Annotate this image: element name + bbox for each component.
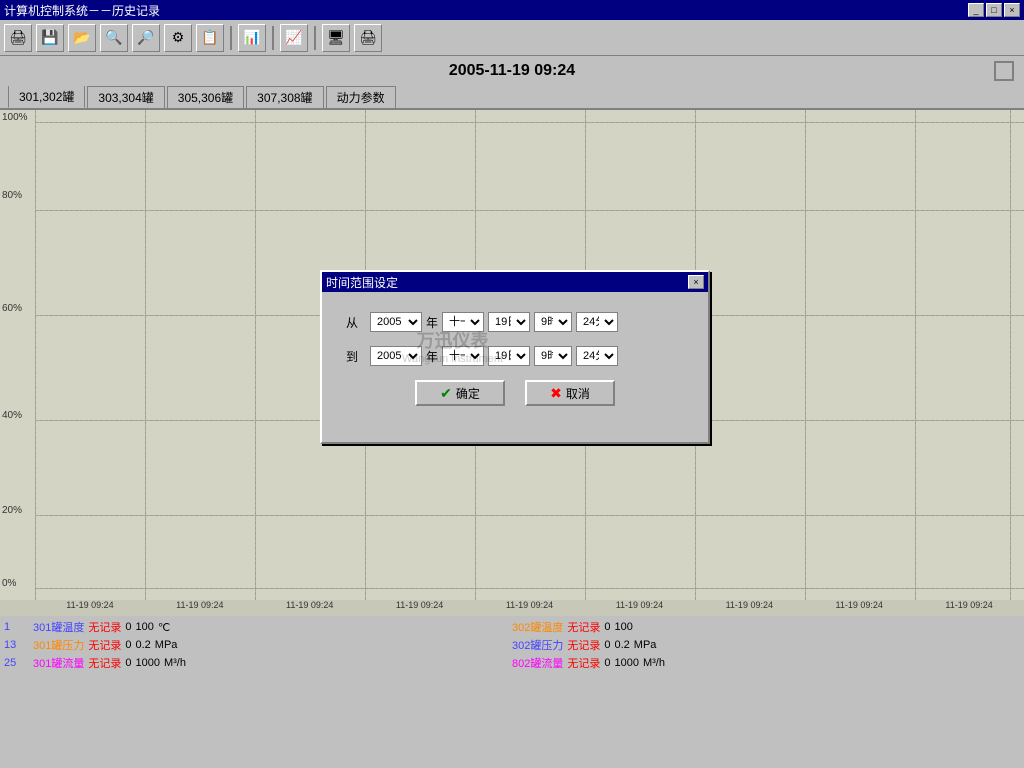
from-hour-select[interactable]: 9时 [534,312,572,332]
from-year-select[interactable]: 2005 [370,312,422,332]
from-label: 从 [346,314,366,331]
dialog-title-bar: 时间范围设定 × [322,272,708,292]
year-label-from: 年 [426,314,438,331]
to-hour-select[interactable]: 9时 [534,346,572,366]
from-day-select[interactable]: 19日 [488,312,530,332]
cancel-icon: ✖ [550,385,562,402]
to-year-select[interactable]: 2005 [370,346,422,366]
from-month-select[interactable]: 十一 [442,312,484,332]
dialog-body: 从 2005 年 十一 19日 9时 24分 [322,292,708,442]
dialog-overlay: 时间范围设定 × 从 2005 年 十一 19日 9时 [0,0,1024,768]
to-month-select[interactable]: 十一 [442,346,484,366]
ok-icon: ✔ [440,385,452,402]
to-row: 到 2005 年 十一 19日 9时 24分 [346,346,684,366]
dialog-title-text: 时间范围设定 [326,274,398,291]
cancel-button[interactable]: ✖ 取消 [525,380,615,406]
to-day-select[interactable]: 19日 [488,346,530,366]
ok-button[interactable]: ✔ 确定 [415,380,505,406]
cancel-label: 取消 [566,385,590,402]
year-label-to: 年 [426,348,438,365]
from-min-select[interactable]: 24分 [576,312,618,332]
time-range-dialog: 时间范围设定 × 从 2005 年 十一 19日 9时 [320,270,710,444]
from-row: 从 2005 年 十一 19日 9时 24分 [346,312,684,332]
to-label: 到 [346,348,366,365]
dialog-buttons: ✔ 确定 ✖ 取消 [346,380,684,422]
to-min-select[interactable]: 24分 [576,346,618,366]
ok-label: 确定 [456,385,480,402]
dialog-close-button[interactable]: × [688,275,704,289]
